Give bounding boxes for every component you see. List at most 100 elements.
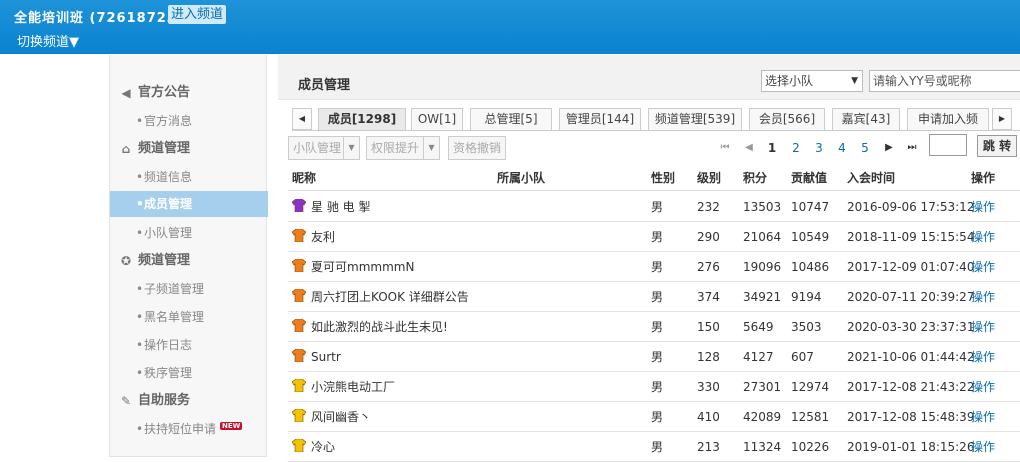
tab-join-requests[interactable]: 申请加入频 <box>907 108 989 130</box>
sidebar-group-channel-manage[interactable]: ⌂ 频道管理 <box>110 136 268 162</box>
sidebar-group-self-service[interactable]: ✎ 自助服务 <box>110 388 268 414</box>
gender-cell: 男 <box>651 350 664 364</box>
gender-cell: 男 <box>651 200 664 214</box>
sidebar-item-channel-info[interactable]: • 频道信息 <box>110 164 268 190</box>
table-row[interactable]: 冷心 男 213 11324 10226 2019-01-01 18:15:26 操作 <box>288 432 1020 462</box>
member-rank-shirt-icon <box>292 199 306 212</box>
search-input[interactable]: 请输入YY号或昵称 <box>869 70 1020 92</box>
home-icon: ⌂ <box>121 142 131 156</box>
sidebar-item-label: 操作日志 <box>144 338 193 352</box>
first-page-icon[interactable]: ⏮ <box>714 136 736 160</box>
sidebar-item-member-manage[interactable]: • 成员管理 <box>110 191 268 217</box>
sidebar-item-short-id-apply[interactable]: • 扶持短位申请 NEW <box>110 416 268 442</box>
table-row[interactable]: 周六打团上KOOK 详细群公告 男 374 34921 9194 2020-07-11 2… <box>288 282 1020 312</box>
speaker-icon: ◀ <box>121 86 131 100</box>
nickname-cell: 小浣熊电动工厂 <box>311 380 396 394</box>
sidebar-group-channel-manage-2[interactable]: ✪ 频道管理 <box>110 248 268 274</box>
sidebar-item-official-messages[interactable]: • 官方消息 <box>110 108 268 134</box>
sidebar-item-subchannel-manage[interactable]: • 子频道管理 <box>110 276 268 302</box>
tab-guests[interactable]: 嘉宾[43] <box>832 108 900 130</box>
points-cell: 21064 <box>743 230 782 244</box>
tab-super-admin[interactable]: 总管理[5] <box>470 108 552 130</box>
col-action: 操作 <box>971 171 996 185</box>
table-row[interactable]: 如此激烈的战斗此生未见! 男 150 5649 3503 2020-03-30 23:37… <box>288 312 1020 342</box>
level-cell: 232 <box>697 200 720 214</box>
points-cell: 34921 <box>743 290 782 304</box>
nickname-cell: 周六打团上KOOK 详细群公告 <box>311 290 469 304</box>
main-panel: 成员管理 选择小队 ▼ 请输入YY号或昵称 ◀ 成员[1298] OW[1] 总… <box>278 55 1020 462</box>
level-cell: 290 <box>697 230 720 244</box>
member-rank-shirt-icon <box>292 409 306 422</box>
sidebar-item-operation-log[interactable]: • 操作日志 <box>110 332 268 358</box>
points-cell: 19096 <box>743 260 782 274</box>
page-title: 成员管理 <box>298 78 351 93</box>
operate-link[interactable]: 操作 <box>971 402 995 432</box>
tab-vip[interactable]: 会员[566] <box>749 108 825 130</box>
table-row[interactable]: 夏可可mmmmmN 男 276 19096 10486 2017-12-09 01:07:… <box>288 252 1020 282</box>
operate-link[interactable]: 操作 <box>971 342 995 372</box>
operate-link[interactable]: 操作 <box>971 252 995 282</box>
page-current[interactable]: 1 <box>761 136 783 160</box>
jump-button[interactable]: 跳 转 <box>977 135 1017 157</box>
points-cell: 13503 <box>743 200 782 214</box>
table-row[interactable]: 风间幽香丶 男 410 42089 12581 2017-12-08 15:48:39 操作 <box>288 402 1020 432</box>
revoke-button[interactable]: 资格撤销 <box>448 136 506 160</box>
sidebar-item-label: 子频道管理 <box>144 282 205 296</box>
new-badge: NEW <box>220 422 243 430</box>
table-row[interactable]: 小浣熊电动工厂 男 330 27301 12974 2017-12-08 21:43:22… <box>288 372 1020 402</box>
sidebar-item-order-manage[interactable]: • 秩序管理 <box>110 360 268 386</box>
page-link[interactable]: 4 <box>831 136 853 160</box>
tab-scroll-left-icon[interactable]: ◀ <box>292 108 312 130</box>
table-row[interactable]: 星 驰 电 掣 男 232 13503 10747 2016-09-06 17:53:12… <box>288 192 1020 222</box>
points-cell: 4127 <box>743 350 774 364</box>
member-rank-shirt-icon <box>292 289 306 302</box>
operate-link[interactable]: 操作 <box>971 312 995 342</box>
tab-ow[interactable]: OW[1] <box>411 108 463 130</box>
page-link[interactable]: 3 <box>808 136 830 160</box>
team-manage-label: 小队管理 <box>293 141 342 155</box>
table-row[interactable]: Surtr 男 128 4127 607 2021-10-06 01:44:42 操作 <box>288 342 1020 372</box>
sidebar-item-team-manage[interactable]: • 小队管理 <box>110 220 268 246</box>
operate-link[interactable]: 操作 <box>971 432 995 462</box>
level-cell: 150 <box>697 320 720 334</box>
switch-channel-dropdown[interactable]: 切换频道▼ <box>17 31 79 50</box>
join-time-cell: 2016-09-06 17:53:12 <box>847 200 975 214</box>
nickname-cell: 如此激烈的战斗此生未见! <box>311 320 448 334</box>
team-select-value: 选择小队 <box>765 74 814 88</box>
tab-channel-admins[interactable]: 频道管理[539] <box>648 108 742 130</box>
contribution-cell: 607 <box>791 350 814 364</box>
team-select[interactable]: 选择小队 ▼ <box>761 70 863 92</box>
raise-permission-button[interactable]: 权限提升 ▼ <box>366 136 440 160</box>
sidebar-item-label: 黑名单管理 <box>144 310 205 324</box>
page-link[interactable]: 2 <box>785 136 807 160</box>
main-header: 成员管理 选择小队 ▼ 请输入YY号或昵称 <box>278 55 1020 100</box>
join-time-cell: 2018-11-09 15:15:54 <box>847 230 975 244</box>
join-time-cell: 2017-12-09 01:07:40 <box>847 260 975 274</box>
operate-link[interactable]: 操作 <box>971 192 995 222</box>
nickname-cell: 冷心 <box>311 440 336 454</box>
enter-channel-button[interactable]: 进入频道 <box>168 5 227 24</box>
prev-page-icon[interactable]: ◀ <box>738 136 760 160</box>
points-cell: 11324 <box>743 440 782 454</box>
points-cell: 5649 <box>743 320 774 334</box>
tab-admins[interactable]: 管理员[144] <box>559 108 641 130</box>
level-cell: 128 <box>697 350 720 364</box>
tab-members[interactable]: 成员[1298] <box>318 108 406 130</box>
page-link[interactable]: 5 <box>854 136 876 160</box>
table-row[interactable]: 友利 男 290 21064 10549 2018-11-09 15:15:54 操作 <box>288 222 1020 252</box>
contribution-cell: 10226 <box>791 440 830 454</box>
tab-scroll-right-icon[interactable]: ▶ <box>992 108 1012 130</box>
contribution-cell: 10747 <box>791 200 830 214</box>
operate-link[interactable]: 操作 <box>971 282 995 312</box>
contribution-cell: 12974 <box>791 380 830 394</box>
operate-link[interactable]: 操作 <box>971 372 995 402</box>
member-rank-shirt-icon <box>292 349 306 362</box>
sidebar-group-announcements[interactable]: ◀ 官方公告 <box>110 80 268 106</box>
sidebar-item-blacklist-manage[interactable]: • 黑名单管理 <box>110 304 268 330</box>
page-number-input[interactable] <box>929 134 967 156</box>
operate-link[interactable]: 操作 <box>971 222 995 252</box>
pager: ⏮ ◀ 1 2 3 4 5 ▶ ⏭ <box>714 136 924 160</box>
next-page-icon[interactable]: ▶ <box>878 136 900 160</box>
team-manage-button[interactable]: 小队管理 ▼ <box>288 136 360 160</box>
last-page-icon[interactable]: ⏭ <box>901 136 923 160</box>
